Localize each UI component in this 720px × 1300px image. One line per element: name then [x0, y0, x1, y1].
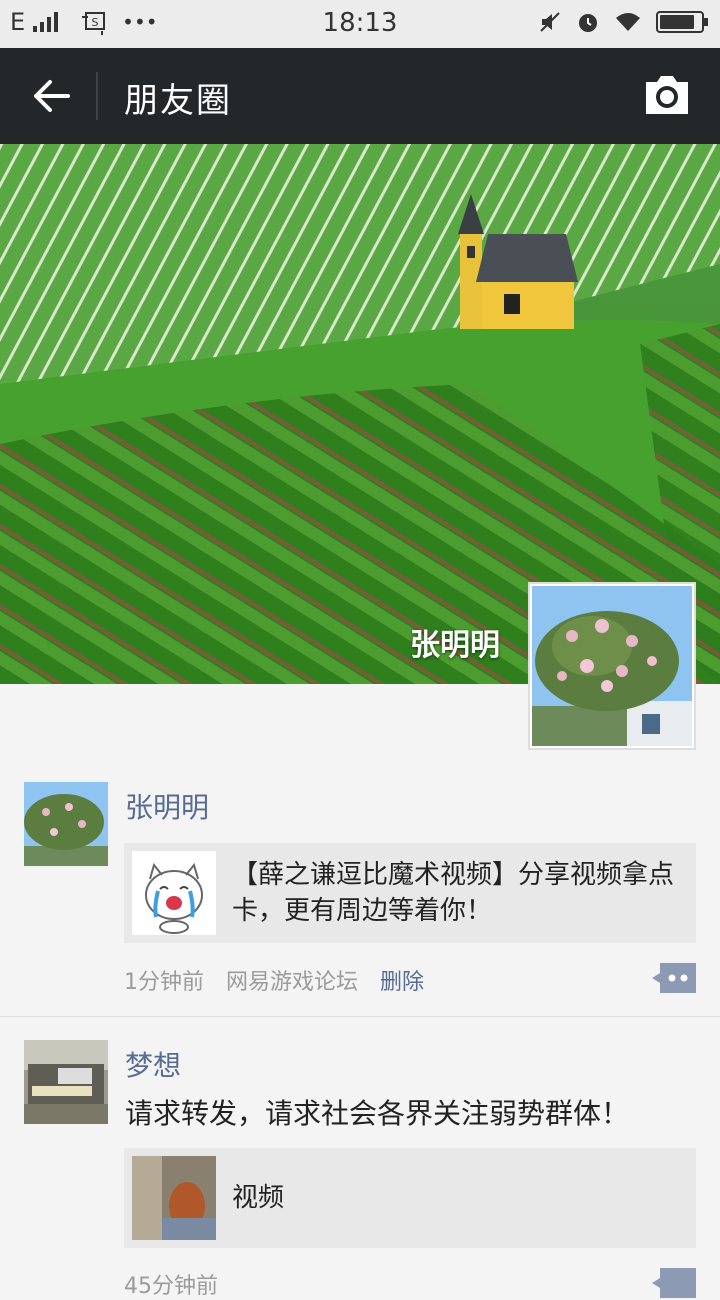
- link-thumbnail: [132, 851, 216, 935]
- tree-photo-image: [532, 586, 692, 746]
- profile-name: 张明明: [410, 628, 500, 663]
- post-author[interactable]: 梦想: [125, 1044, 181, 1084]
- link-title: 【薛之谦逗比魔术视频】分享视频拿点卡，更有周边等着你！: [232, 860, 675, 926]
- profile-avatar[interactable]: [528, 582, 696, 750]
- post-meta: 1分钟前 网易游戏论坛 删除: [124, 964, 424, 996]
- moment-post: 梦想 请求转发，请求社会各界关注弱势群体！ 视频 45分钟前: [0, 1040, 720, 1299]
- shared-video-card[interactable]: 视频: [124, 1148, 696, 1248]
- post-source[interactable]: 网易游戏论坛: [226, 964, 358, 996]
- post-divider: [0, 1016, 720, 1017]
- avatar[interactable]: [24, 782, 108, 866]
- camera-icon[interactable]: [642, 72, 692, 118]
- video-title: 视频: [232, 1183, 285, 1213]
- post-text: 请求转发，请求社会各界关注弱势群体！: [125, 1097, 630, 1130]
- video-thumbnail: [132, 1156, 216, 1240]
- tree-avatar-image: [24, 782, 108, 866]
- header-divider: [96, 72, 98, 120]
- battery-icon: [656, 11, 708, 33]
- post-time: 1分钟前: [124, 970, 204, 995]
- mute-icon: [540, 12, 560, 32]
- comment-icon[interactable]: [652, 1268, 696, 1298]
- moment-post: 张明明 【薛之谦逗比魔术视频】分享视频拿点卡，更有周边等着你！ 1分钟前 网易游…: [0, 782, 720, 1016]
- crying-cat-sticker-icon: [132, 851, 216, 935]
- status-right: [538, 10, 708, 34]
- header-bar: 朋友圈: [0, 48, 720, 144]
- avatar[interactable]: [24, 1040, 108, 1124]
- status-bar: E S ••• 18:13: [0, 0, 720, 48]
- shared-link-card[interactable]: 【薛之谦逗比魔术视频】分享视频拿点卡，更有周边等着你！: [124, 843, 696, 943]
- video-still-image: [132, 1156, 216, 1240]
- post-author[interactable]: 张明明: [125, 786, 209, 826]
- sign-avatar-image: [24, 1040, 108, 1124]
- alarm-icon: [579, 14, 597, 32]
- page-title: 朋友圈: [124, 81, 232, 121]
- delete-button[interactable]: 删除: [380, 964, 424, 996]
- comment-icon[interactable]: [652, 963, 696, 993]
- post-time: 45分钟前: [124, 1274, 218, 1299]
- back-arrow-icon[interactable]: [28, 72, 76, 120]
- wifi-icon: [616, 13, 640, 31]
- post-meta: 45分钟前: [124, 1268, 218, 1300]
